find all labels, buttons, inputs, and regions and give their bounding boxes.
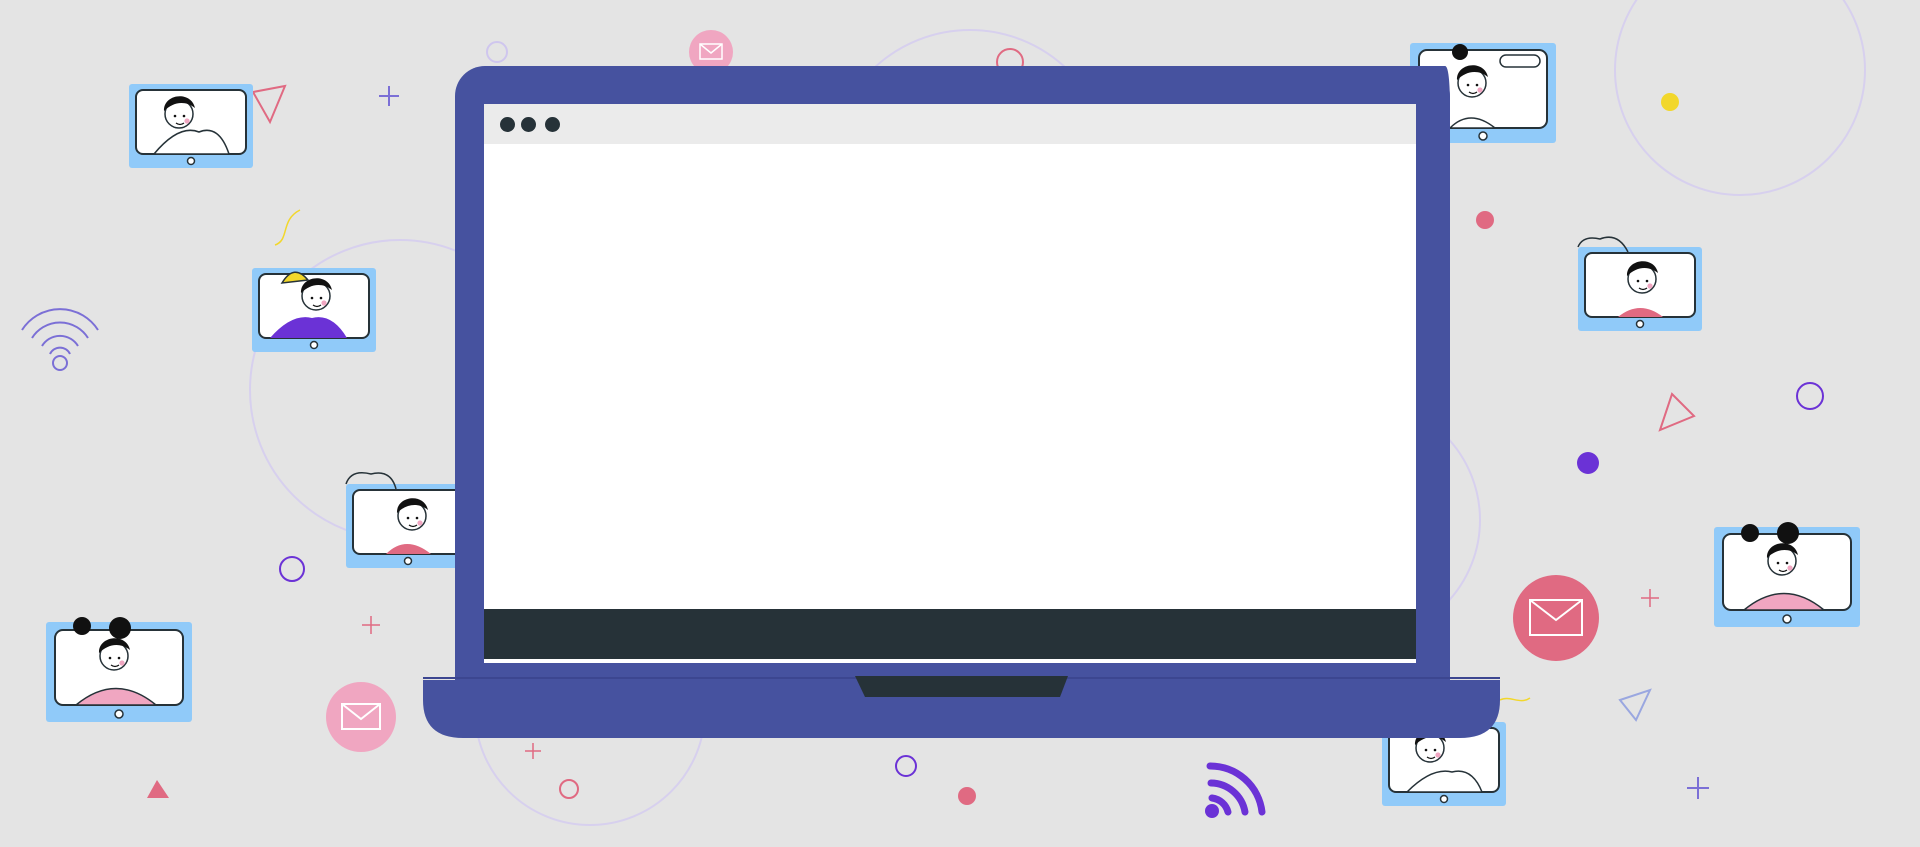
browser-dot-icon	[545, 117, 560, 132]
laptop-screen	[484, 104, 1416, 663]
screen-taskbar	[484, 609, 1416, 659]
deco-triangle	[147, 780, 169, 798]
deco-plus	[1641, 589, 1659, 607]
deco-circle	[1796, 382, 1824, 410]
deco-triangle	[1658, 392, 1696, 432]
deco-dot	[1476, 211, 1494, 229]
deco-plus	[525, 743, 541, 759]
deco-plus	[362, 616, 380, 634]
deco-triangle	[251, 84, 287, 125]
deco-circle	[486, 41, 508, 63]
signal-icon	[1206, 762, 1266, 816]
video-call-card	[1714, 522, 1860, 627]
deco-plus	[1687, 777, 1709, 799]
browser-dot-icon	[521, 117, 536, 132]
video-call-card	[46, 617, 192, 722]
video-call-card	[128, 83, 254, 169]
deco-triangle	[1618, 688, 1652, 722]
envelope-icon	[1513, 575, 1599, 661]
deco-squiggle	[1499, 697, 1531, 702]
signal-dot	[1205, 804, 1219, 818]
deco-dot	[1577, 452, 1599, 474]
deco-circle	[279, 556, 305, 582]
video-call-card	[345, 472, 471, 569]
envelope-icon	[326, 682, 396, 752]
deco-dot	[958, 787, 976, 805]
deco-ring	[1614, 0, 1866, 196]
browser-dot-icon	[500, 117, 515, 132]
deco-circle	[895, 755, 917, 777]
deco-circle	[559, 779, 579, 799]
browser-title-bar	[484, 104, 1416, 144]
deco-dot	[1661, 93, 1679, 111]
wifi-icon	[21, 308, 99, 371]
video-call-card	[1577, 236, 1703, 332]
laptop-notch	[855, 676, 1068, 697]
deco-plus	[379, 86, 399, 106]
deco-squiggle	[274, 209, 301, 246]
video-call-card	[251, 267, 377, 353]
illustration-stage	[0, 0, 1920, 847]
